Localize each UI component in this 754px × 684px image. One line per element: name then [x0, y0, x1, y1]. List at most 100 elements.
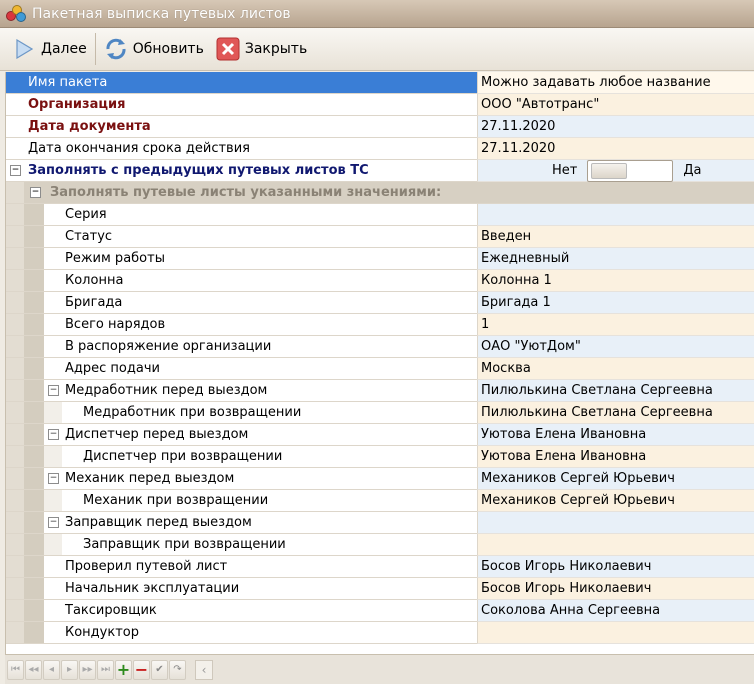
prev-icon[interactable]: ◂: [43, 659, 60, 680]
indent: [6, 424, 24, 445]
toolbar: Далее Обновить Закрыть: [0, 28, 754, 71]
mechanic-departure-value[interactable]: Механиков Сергей Юрьевич: [477, 468, 754, 490]
add-icon[interactable]: +: [115, 659, 132, 680]
row-label-text: Бригада: [65, 295, 123, 310]
row-taxer[interactable]: Таксировщик Соколова Анна Сергеевна: [6, 600, 754, 622]
assigned-organization-value[interactable]: ОАО "УютДом": [477, 336, 754, 358]
collapse-icon[interactable]: −: [48, 429, 59, 440]
work-mode-value[interactable]: Ежедневный: [477, 248, 754, 270]
row-label-text: Медработник перед выездом: [65, 383, 268, 398]
cancel-icon[interactable]: ↷: [169, 659, 186, 680]
first-icon[interactable]: ⏮: [7, 659, 24, 680]
collapse-icon[interactable]: −: [48, 473, 59, 484]
row-label-text: Режим работы: [65, 251, 165, 266]
row-label-text: Механик при возвращении: [83, 493, 269, 508]
total-orders-value[interactable]: 1: [477, 314, 754, 336]
row-mechanic-return[interactable]: Механик при возвращении Механиков Сергей …: [6, 490, 754, 512]
row-medic-return[interactable]: Медработник при возвращении Пилюлькина Св…: [6, 402, 754, 424]
row-mechanic-departure[interactable]: − Механик перед выездом Механиков Сергей Ю…: [6, 468, 754, 490]
close-button[interactable]: Закрыть: [210, 32, 313, 66]
indent: [24, 468, 44, 489]
operations-chief-value[interactable]: Босов Игорь Николаевич: [477, 578, 754, 600]
next-button[interactable]: Далее: [6, 32, 93, 66]
collapse-icon[interactable]: −: [10, 165, 21, 176]
row-label-text: Медработник при возвращении: [83, 405, 302, 420]
row-label-text: Диспетчер при возвращении: [83, 449, 283, 464]
indent: [24, 358, 44, 379]
fill-group-header: − Заполнять путевые листы указанными зна…: [6, 182, 754, 204]
row-package-name[interactable]: Имя пакета Можно задавать любое название: [6, 72, 754, 94]
row-organization[interactable]: Организация ООО "Автотранс": [6, 94, 754, 116]
row-fueler-return[interactable]: Заправщик при возвращении: [6, 534, 754, 556]
row-conductor[interactable]: Кондуктор: [6, 622, 754, 644]
dispatcher-departure-value[interactable]: Уютова Елена Ивановна: [477, 424, 754, 446]
scroll-left-icon[interactable]: ‹: [195, 659, 213, 680]
row-assigned-organization[interactable]: В распоряжение организации ОАО "УютДом": [6, 336, 754, 358]
fueler-return-value[interactable]: [477, 534, 754, 556]
row-operations-chief[interactable]: Начальник эксплуатации Босов Игорь Никола…: [6, 578, 754, 600]
fill-from-previous-text: Заполнять с предыдущих путевых листов ТС: [28, 163, 369, 178]
organization-value[interactable]: ООО "Автотранс": [477, 94, 754, 116]
switch-yes-label: Да: [683, 163, 702, 178]
row-expiry-date[interactable]: Дата окончания срока действия 27.11.2020: [6, 138, 754, 160]
row-medic-departure[interactable]: − Медработник перед выездом Пилюлькина Све…: [6, 380, 754, 402]
row-label: Механик при возвращении: [6, 490, 477, 512]
mechanic-return-value[interactable]: Механиков Сергей Юрьевич: [477, 490, 754, 512]
indent: [24, 490, 44, 511]
dispatcher-return-value[interactable]: Уютова Елена Ивановна: [477, 446, 754, 468]
pickup-address-value[interactable]: Москва: [477, 358, 754, 380]
row-dispatcher-return[interactable]: Диспетчер при возвращении Уютова Елена Ив…: [6, 446, 754, 468]
checked-by-value[interactable]: Босов Игорь Николаевич: [477, 556, 754, 578]
collapse-icon[interactable]: −: [30, 187, 41, 198]
close-icon: [216, 37, 240, 61]
taxer-value[interactable]: Соколова Анна Сергеевна: [477, 600, 754, 622]
row-checked-by[interactable]: Проверил путевой лист Босов Игорь Николае…: [6, 556, 754, 578]
collapse-icon[interactable]: −: [48, 517, 59, 528]
row-work-mode[interactable]: Режим работы Ежедневный: [6, 248, 754, 270]
row-brigade[interactable]: Бригада Бригада 1: [6, 292, 754, 314]
row-dispatcher-departure[interactable]: − Диспетчер перед выездом Уютова Елена Ива…: [6, 424, 754, 446]
indent: [24, 292, 44, 313]
row-fill-from-previous[interactable]: − Заполнять с предыдущих путевых листов …: [6, 159, 754, 182]
indent: [6, 402, 24, 423]
medic-departure-value[interactable]: Пилюлькина Светлана Сергеевна: [477, 380, 754, 402]
row-pickup-address[interactable]: Адрес подачи Москва: [6, 358, 754, 380]
series-value[interactable]: [477, 204, 754, 226]
next-icon[interactable]: ▸: [61, 659, 78, 680]
conductor-value[interactable]: [477, 622, 754, 644]
brigade-value[interactable]: Бригада 1: [477, 292, 754, 314]
collapse-icon[interactable]: −: [48, 385, 59, 396]
fill-from-previous-label: − Заполнять с предыдущих путевых листов …: [6, 160, 477, 182]
indent: [44, 402, 62, 423]
indent: [6, 292, 24, 313]
toggle-switch[interactable]: [587, 159, 674, 182]
row-fill-group[interactable]: − Заполнять путевые листы указанными зна…: [6, 182, 754, 204]
row-label-text: Статус: [65, 229, 113, 244]
refresh-button[interactable]: Обновить: [98, 32, 210, 66]
row-total-orders[interactable]: Всего нарядов 1: [6, 314, 754, 336]
indent: [44, 446, 62, 467]
last-icon[interactable]: ⏭: [97, 659, 114, 680]
row-label-text: Начальник эксплуатации: [65, 581, 240, 596]
indent: [24, 248, 44, 269]
column-value[interactable]: Колонна 1: [477, 270, 754, 292]
fueler-departure-value[interactable]: [477, 512, 754, 534]
delete-icon[interactable]: −: [133, 659, 150, 680]
row-fueler-departure[interactable]: − Заправщик перед выездом: [6, 512, 754, 534]
indent: [6, 248, 24, 269]
indent: [24, 556, 44, 577]
toggle-knob[interactable]: [591, 162, 628, 179]
row-series[interactable]: Серия: [6, 204, 754, 226]
medic-return-value[interactable]: Пилюлькина Светлана Сергеевна: [477, 402, 754, 424]
expiry-date-value[interactable]: 27.11.2020: [477, 138, 754, 160]
row-label: − Механик перед выездом: [6, 468, 477, 490]
row-document-date[interactable]: Дата документа 27.11.2020: [6, 116, 754, 138]
prev-page-icon[interactable]: ◂◂: [25, 659, 42, 680]
document-date-value[interactable]: 27.11.2020: [477, 116, 754, 138]
status-value[interactable]: Введен: [477, 226, 754, 248]
row-column[interactable]: Колонна Колонна 1: [6, 270, 754, 292]
row-status[interactable]: Статус Введен: [6, 226, 754, 248]
package-name-value[interactable]: Можно задавать любое название: [477, 72, 754, 94]
post-icon[interactable]: ✔: [151, 659, 168, 680]
next-page-icon[interactable]: ▸▸: [79, 659, 96, 680]
